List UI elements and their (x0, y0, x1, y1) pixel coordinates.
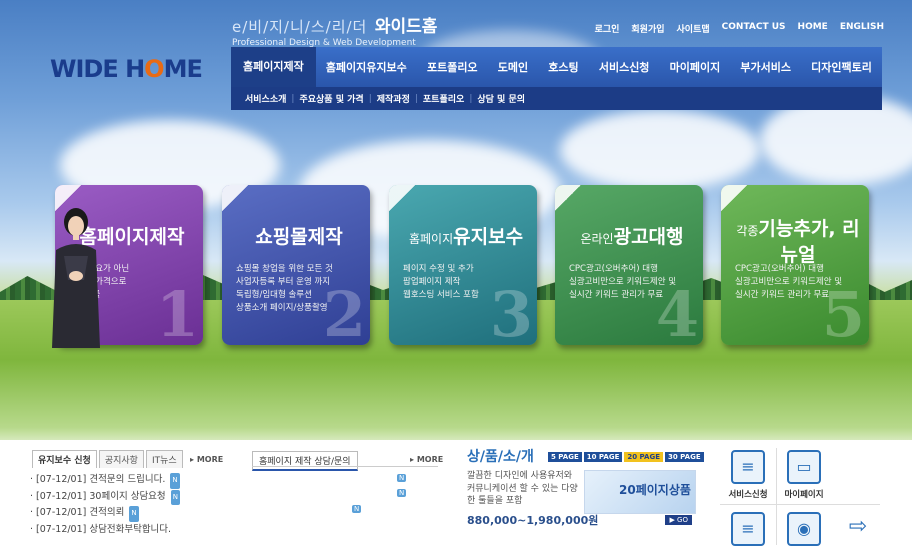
new-badge: N (352, 505, 362, 513)
tagline-small: e/비/지/니/스/리/더 (232, 18, 368, 36)
nav-service-apply[interactable]: 서비스신청 (589, 59, 660, 75)
subnav-service-intro[interactable]: 서비스소개 (245, 92, 286, 105)
product-price: 880,000~1,980,000원 (467, 514, 599, 527)
monitor-icon: ▭ (787, 450, 821, 484)
join-link[interactable]: 회원가입 (631, 22, 664, 35)
quick-divider (776, 448, 777, 545)
quick-divider (720, 504, 880, 505)
subnav-separator: | (469, 93, 473, 104)
card-title: 각종기능추가, 리뉴얼 (736, 218, 860, 266)
nav-hosting[interactable]: 호스팅 (538, 59, 589, 75)
login-link[interactable]: 로그인 (595, 22, 620, 35)
quick-item-4[interactable]: ◉ (776, 512, 832, 546)
tab-it-news[interactable]: IT뉴스 (145, 450, 183, 468)
card-number: 4 (655, 278, 699, 345)
nav-extra-services[interactable]: 부가서비스 (730, 59, 801, 75)
nav-portfolio[interactable]: 포트폴리오 (417, 59, 488, 75)
subnav-products-prices[interactable]: 주요상품 및 가격 (299, 92, 363, 105)
camera-icon: ◉ (787, 512, 821, 546)
list-item[interactable]: · [07-12/01] 30페이지 상담요청 N (30, 489, 230, 505)
new-badge: N (397, 474, 407, 482)
nav-design-factory[interactable]: 디자인팩토리 (801, 59, 882, 75)
card-title: 온라인광고대행 (580, 226, 684, 248)
consult-tab[interactable]: 홈페이지 제작 상담/문의 (252, 451, 358, 471)
tab-maintenance-request[interactable]: 유지보수 신청 (32, 450, 97, 468)
nav-maintenance[interactable]: 홈페이지유지보수 (316, 59, 417, 75)
nav-domain[interactable]: 도메인 (488, 59, 539, 75)
subnav-separator: | (291, 93, 295, 104)
card-title: 홈페이지유지보수 (408, 226, 524, 248)
page-option-tabs: 5 PAGE 10 PAGE 20 PAGE 30 PAGE (548, 452, 704, 462)
product-section-title: 상/품/소/개 (467, 449, 534, 465)
document-icon: ≡ (731, 450, 765, 484)
quick-service-apply[interactable]: ≡ 서비스신청 (720, 450, 776, 500)
subnav-separator: | (368, 93, 372, 104)
card-number: 5 (821, 278, 865, 345)
consult-more-link[interactable]: ▸ MORE (410, 455, 443, 464)
quick-item-3[interactable]: ≡ (720, 512, 776, 546)
page-option-5[interactable]: 5 PAGE (548, 452, 582, 462)
board-more-link[interactable]: ▸ MORE (190, 455, 223, 464)
subnav-separator: | (414, 93, 418, 104)
new-badge: N (170, 489, 180, 505)
arrow-icon: ⇨ (848, 514, 868, 539)
page-option-30[interactable]: 30 PAGE (665, 452, 704, 462)
board-tabs: 유지보수 신청 공지사항 IT뉴스 (32, 450, 185, 468)
page-option-20[interactable]: 20 PAGE (624, 452, 663, 462)
list-item[interactable]: · [07-12/01] 견적의뢰 N (30, 505, 230, 522)
subnav-process[interactable]: 제작과정 (377, 92, 410, 105)
sub-nav: 서비스소개 | 주요상품 및 가격 | 제작과정 | 포트폴리오 | 상담 및 문의 (231, 87, 882, 110)
tagline: e/비/지/니/스/리/더 와이드홈 Professional Design &… (232, 12, 437, 48)
quick-label: 서비스신청 (728, 490, 768, 500)
subnav-consult[interactable]: 상담 및 문의 (477, 92, 525, 105)
top-utility-nav: 로그인 회원가입 사이트맵 CONTACT US HOME ENGLISH (595, 22, 884, 35)
subnav-portfolio[interactable]: 포트폴리오 (423, 92, 464, 105)
contact-link[interactable]: CONTACT US (722, 22, 786, 35)
service-card-advertising[interactable]: 온라인광고대행 CPC광고(오버추어) 대행 실광고비만으로 키워드제안 및 실시간… (555, 185, 703, 345)
list-item[interactable]: · [07-12/01] 견적문의 드립니다. N (30, 472, 230, 489)
new-badge: N (397, 489, 407, 497)
sitemap-link[interactable]: 사이트맵 (677, 22, 710, 35)
service-card-maintenance[interactable]: 홈페이지유지보수 페이지 수정 및 추가 팝업페이지 제작 웹호스팅 서비스 포함 … (389, 185, 537, 345)
page-option-10[interactable]: 10 PAGE (583, 452, 623, 462)
new-badge: N (170, 473, 180, 489)
product-description: 깔끔한 디자인에 사용유저와 커뮤니케이션 할 수 있는 다양한 툴들을 포함 (467, 471, 578, 506)
card-number: 3 (489, 278, 533, 345)
product-thumbnail-label: 20페이지상품 (619, 483, 691, 497)
new-badge: N (129, 506, 139, 522)
quick-item-5[interactable]: ⇨ (830, 512, 886, 542)
list-item[interactable]: · [07-12/01] 상담전화부탁합니다. (30, 522, 230, 538)
main-nav: 홈페이지제작 홈페이지유지보수 포트폴리오 도메인 호스팅 서비스신청 마이페이… (231, 47, 882, 87)
home-link[interactable]: HOME (798, 22, 828, 35)
site-logo[interactable]: WIDE HOME (50, 55, 203, 83)
tagline-brand: 와이드홈 (374, 17, 438, 37)
cloud (560, 110, 760, 190)
nav-mypage[interactable]: 마이페이지 (660, 59, 731, 75)
nav-homepage-production[interactable]: 홈페이지제작 (231, 47, 316, 87)
quick-label: 마이페이지 (784, 490, 824, 500)
board-list: · [07-12/01] 견적문의 드립니다. N · [07-12/01] 3… (30, 472, 230, 537)
model-woman-illustration (52, 208, 100, 348)
document-icon: ≡ (731, 512, 765, 546)
service-card-renewal[interactable]: 각종기능추가, 리뉴얼 CPC광고(오버추어) 대행 실광고비만으로 키워드제안 … (721, 185, 869, 345)
english-link[interactable]: ENGLISH (840, 22, 884, 35)
tab-notice[interactable]: 공지사항 (98, 450, 144, 468)
consult-divider (252, 466, 438, 467)
card-title: 쇼핑몰제작 (255, 226, 343, 248)
card-number: 1 (155, 278, 199, 345)
go-button[interactable]: ▶ GO (665, 515, 692, 525)
logo-sun-o: O (144, 55, 164, 83)
logo-text-post: ME (163, 55, 203, 83)
logo-text-pre: WIDE H (50, 55, 145, 83)
service-card-shoppingmall[interactable]: 쇼핑몰제작 쇼핑몰 창업을 위한 모든 것 사업자등록 부터 운영 까지 독립형/임… (222, 185, 370, 345)
card-number: 2 (322, 278, 366, 345)
quick-mypage[interactable]: ▭ 마이페이지 (776, 450, 832, 500)
product-thumbnail[interactable]: 20페이지상품 ▶ GO (584, 470, 696, 525)
